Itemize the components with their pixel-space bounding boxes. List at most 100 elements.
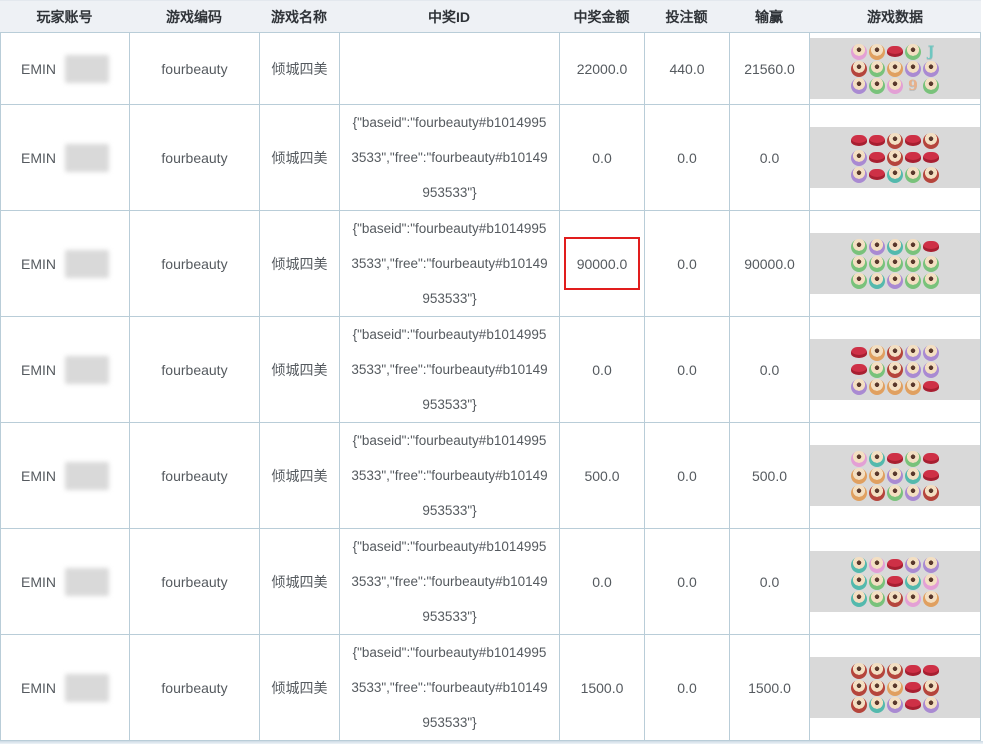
green-slot-symbol-icon (887, 256, 903, 272)
game-data-cell (810, 211, 980, 316)
lips-slot-symbol-icon (869, 152, 885, 163)
column-header-game-data: 游戏数据 (809, 7, 981, 27)
orange-slot-symbol-icon (869, 468, 885, 484)
green-slot-symbol-icon (851, 239, 867, 255)
purple-slot-symbol-icon (851, 379, 867, 395)
lips-slot-symbol-icon (905, 152, 921, 163)
green-slot-symbol-icon (923, 78, 939, 94)
orange-slot-symbol-icon (869, 44, 885, 60)
red-slot-symbol-icon (887, 133, 903, 149)
player-account-text: EMIN (21, 574, 56, 590)
column-header-bet-amount: 投注额 (644, 7, 729, 27)
player-account-text: EMIN (21, 61, 56, 77)
win-loss-cell: 0.0 (730, 529, 810, 634)
table-row: EMIN fourbeauty 倾城四美 {"baseid":"fourbeau… (1, 529, 980, 635)
column-header-win-id: 中奖ID (339, 7, 559, 27)
lips-slot-symbol-icon (905, 699, 921, 710)
win-id-cell: {"baseid":"fourbeauty#b10149953533","fre… (340, 105, 560, 210)
column-header-player-account: 玩家账号 (0, 7, 129, 27)
red-slot-symbol-icon (887, 663, 903, 679)
win-id-text: {"baseid":"fourbeauty#b10149953533","fre… (349, 317, 550, 422)
game-data-strip (810, 339, 980, 400)
orange-slot-symbol-icon (869, 379, 885, 395)
game-data-strip (810, 127, 980, 188)
green-slot-symbol-icon (851, 273, 867, 289)
purple-slot-symbol-icon (851, 78, 867, 94)
win-amount-text: 1500.0 (581, 680, 624, 696)
red-slot-symbol-icon (923, 167, 939, 183)
win-loss-cell: 0.0 (730, 105, 810, 210)
red-slot-symbol-icon (887, 345, 903, 361)
win-amount-box: 90000.0 (564, 237, 640, 290)
red-slot-symbol-icon (869, 680, 885, 696)
pink-slot-symbol-icon (905, 591, 921, 607)
purple-slot-symbol-icon (851, 167, 867, 183)
table-row: EMIN fourbeauty 倾城四美 {"baseid":"fourbeau… (1, 317, 980, 423)
orange-slot-symbol-icon (869, 345, 885, 361)
lips-slot-symbol-icon (923, 152, 939, 163)
game-name-cell: 倾城四美 (260, 33, 340, 104)
game-code-cell: fourbeauty (130, 33, 260, 104)
green-slot-symbol-icon (851, 256, 867, 272)
game-data-strip (810, 657, 980, 718)
purple-slot-symbol-icon (923, 362, 939, 378)
green-slot-symbol-icon (905, 273, 921, 289)
teal-slot-symbol-icon (905, 468, 921, 484)
lips-slot-symbol-icon (851, 347, 867, 358)
teal-slot-symbol-icon (869, 273, 885, 289)
green-slot-symbol-icon (923, 256, 939, 272)
lips-slot-symbol-icon (923, 453, 939, 464)
redacted-account-blur (65, 568, 109, 596)
win-id-cell (340, 33, 560, 104)
lips-slot-symbol-icon (923, 665, 939, 676)
lips-slot-symbol-icon (905, 665, 921, 676)
win-amount-box: 500.0 (560, 423, 644, 528)
win-amount-cell: 0.0 (560, 317, 645, 422)
red-slot-symbol-icon (887, 150, 903, 166)
slot-symbols-grid (850, 132, 940, 183)
bet-amount-cell: 0.0 (645, 317, 730, 422)
orange-slot-symbol-icon (923, 591, 939, 607)
green-slot-symbol-icon (869, 362, 885, 378)
purple-slot-symbol-icon (905, 61, 921, 77)
green-slot-symbol-icon (869, 61, 885, 77)
game-name-cell: 倾城四美 (260, 529, 340, 634)
game-data-cell (810, 317, 980, 422)
redacted-account-blur (65, 55, 109, 83)
game-data-strip: J9 (810, 38, 980, 99)
table-row: EMIN fourbeauty 倾城四美 22000.0 440.0 21560… (1, 33, 980, 105)
green-slot-symbol-icon (905, 44, 921, 60)
red-slot-symbol-icon (851, 697, 867, 713)
player-account-text: EMIN (21, 680, 56, 696)
win-amount-text: 0.0 (592, 150, 611, 166)
slot-symbols-grid: J9 (850, 43, 940, 94)
orange-slot-symbol-icon (887, 379, 903, 395)
purple-slot-symbol-icon (923, 697, 939, 713)
game-code-cell: fourbeauty (130, 105, 260, 210)
win-amount-text: 0.0 (592, 574, 611, 590)
bet-amount-cell: 0.0 (645, 635, 730, 740)
purple-slot-symbol-icon (851, 150, 867, 166)
green-slot-symbol-icon (869, 256, 885, 272)
bet-amount-cell: 0.0 (645, 423, 730, 528)
player-account-cell: EMIN (1, 423, 130, 528)
player-account-cell: EMIN (1, 211, 130, 316)
orange-slot-symbol-icon (851, 485, 867, 501)
red-slot-symbol-icon (851, 680, 867, 696)
pink-slot-symbol-icon (851, 451, 867, 467)
teal-slot-symbol-icon (869, 697, 885, 713)
table-header-row: 玩家账号 游戏编码 游戏名称 中奖ID 中奖金额 投注额 输赢 游戏数据 (0, 0, 981, 33)
player-account-cell: EMIN (1, 105, 130, 210)
slot-symbols-grid (850, 344, 940, 395)
green-slot-symbol-icon (923, 273, 939, 289)
slot-symbols-grid (850, 662, 940, 713)
game-data-cell: J9 (810, 33, 980, 104)
red-slot-symbol-icon (923, 485, 939, 501)
lips-slot-symbol-icon (923, 470, 939, 481)
teal-slot-symbol-icon (887, 167, 903, 183)
red-slot-symbol-icon (923, 133, 939, 149)
game-name-cell: 倾城四美 (260, 635, 340, 740)
table-row: EMIN fourbeauty 倾城四美 {"baseid":"fourbeau… (1, 423, 980, 529)
game-data-cell (810, 423, 980, 528)
table-body: EMIN fourbeauty 倾城四美 22000.0 440.0 21560… (1, 33, 980, 741)
